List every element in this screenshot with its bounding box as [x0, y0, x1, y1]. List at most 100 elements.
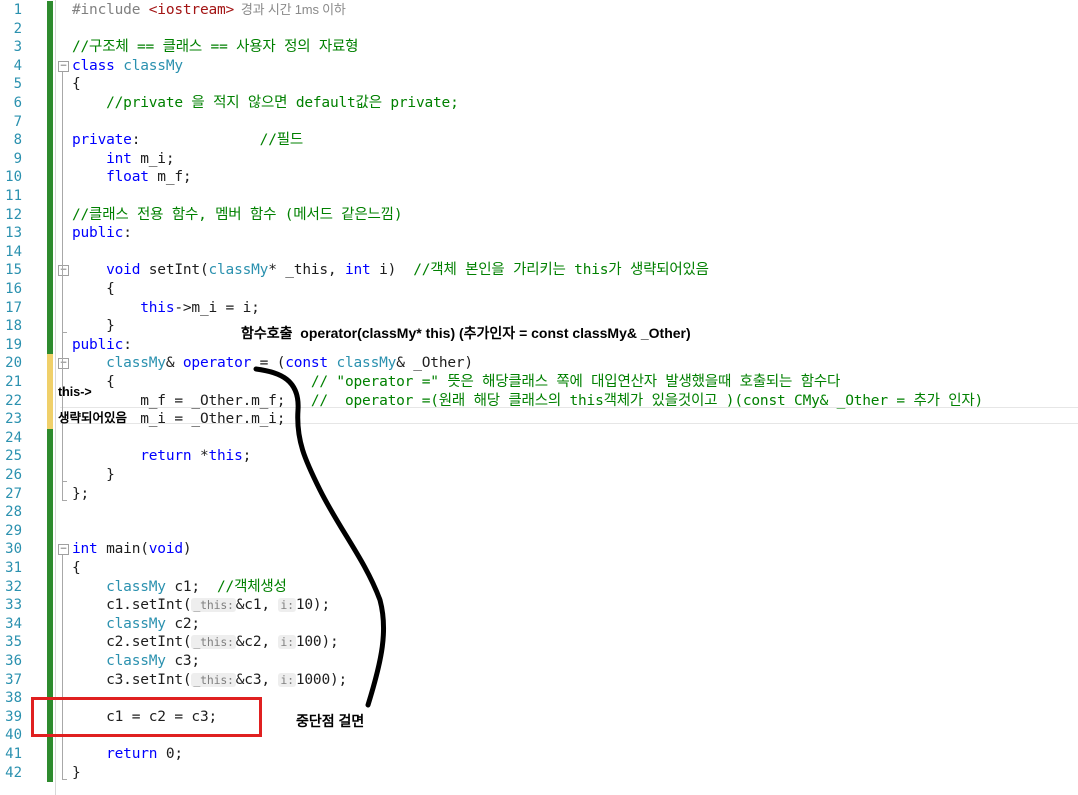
- code-token: classMy: [106, 615, 166, 632]
- code-token: ->m_i = i;: [174, 299, 260, 316]
- code-line[interactable]: {: [72, 280, 115, 299]
- code-token: //구조체 == 클래스 == 사용자 정의 자료형: [72, 39, 359, 56]
- line-number: 6: [13, 95, 22, 111]
- code-token: {: [72, 281, 115, 297]
- code-token: {: [72, 560, 81, 576]
- line-number: 25: [5, 448, 22, 465]
- code-token: return: [106, 746, 158, 762]
- fold-toggle-icon[interactable]: −: [58, 60, 69, 72]
- code-line[interactable]: {: [72, 559, 81, 578]
- line-number: 2: [13, 20, 22, 37]
- code-token: &c2,: [235, 634, 279, 651]
- code-line[interactable]: float m_f;: [72, 168, 192, 187]
- code-line[interactable]: c2.setInt(_this: &c2, i: 100);: [72, 633, 339, 652]
- code-line[interactable]: #include <iostream> 경과 시간 1ms 이하: [72, 1, 346, 20]
- code-token: int: [72, 541, 98, 558]
- code-token: 100);: [295, 634, 339, 651]
- code-token: ): [182, 541, 192, 558]
- code-line[interactable]: m_f = _Other.m_f; // operator =(원래 해당 클래…: [72, 392, 983, 411]
- parameter-hint: _this:: [191, 635, 236, 650]
- code-token: int: [345, 262, 371, 279]
- code-token: //private 을 적지 않으면 default값은 private;: [72, 95, 459, 111]
- fold-toggle-icon[interactable]: −: [58, 265, 69, 277]
- line-number: 32: [5, 578, 22, 595]
- line-number: 13: [5, 225, 22, 242]
- code-line[interactable]: public:: [72, 224, 132, 243]
- code-line[interactable]: return *this;: [72, 447, 251, 466]
- code-line[interactable]: return 0;: [72, 745, 183, 764]
- line-number: 28: [5, 504, 22, 521]
- code-line[interactable]: c3.setInt(_this: &c3, i: 1000);: [72, 671, 347, 690]
- code-token: * _this,: [268, 262, 345, 279]
- code-line[interactable]: };: [72, 485, 89, 504]
- fold-toggle-icon[interactable]: −: [58, 358, 69, 370]
- code-line[interactable]: //private 을 적지 않으면 default값은 private;: [72, 94, 459, 113]
- code-token: main(: [97, 541, 149, 558]
- line-number: 41: [5, 746, 22, 762]
- breakpoint-highlight-box: [31, 697, 262, 737]
- parameter-hint: i:: [278, 672, 296, 687]
- fold-guide: [62, 276, 63, 333]
- code-token: classMy: [106, 578, 166, 595]
- code-line[interactable]: classMy c2;: [72, 615, 200, 634]
- code-line[interactable]: }: [72, 317, 115, 336]
- fold-toggle-icon[interactable]: −: [58, 544, 69, 556]
- code-line[interactable]: class classMy: [72, 57, 183, 76]
- fold-guide-end: [62, 481, 67, 482]
- line-number: 24: [5, 429, 22, 446]
- line-number: 15: [5, 262, 22, 279]
- line-number: 22: [5, 392, 22, 409]
- code-token: classMy: [123, 57, 183, 74]
- code-line[interactable]: //구조체 == 클래스 == 사용자 정의 자료형: [72, 38, 359, 57]
- line-number: 19: [5, 336, 22, 353]
- code-line[interactable]: c1.setInt(_this: &c1, i: 10);: [72, 596, 330, 615]
- code-token: c1.setInt(: [72, 597, 192, 614]
- code-token: private: [72, 132, 132, 149]
- line-number: 3: [13, 39, 22, 56]
- code-line[interactable]: {: [72, 75, 81, 94]
- fold-guide-end: [62, 499, 67, 501]
- line-number: 39: [5, 708, 22, 725]
- line-number: 1: [13, 2, 22, 18]
- code-token: //필드: [259, 132, 304, 149]
- code-line[interactable]: //클래스 전용 함수, 멤버 함수 (메서드 같은느낌): [72, 206, 403, 225]
- code-line[interactable]: int main(void): [72, 540, 192, 559]
- code-line[interactable]: classMy c3;: [72, 652, 200, 671]
- code-token: &c3,: [235, 671, 279, 688]
- code-token: operator: [182, 355, 252, 372]
- code-token: :: [131, 132, 260, 149]
- call-note-annotation: 함수호출 operator(classMy* this) (추가인자 = con…: [241, 325, 691, 341]
- line-number: 40: [5, 727, 22, 744]
- line-number: 21: [5, 374, 22, 390]
- line-number: 5: [13, 76, 22, 93]
- line-number: 7: [13, 113, 22, 130]
- omitted-note-annotation: 생략되어있음: [58, 411, 128, 425]
- code-token: setInt(: [140, 262, 209, 279]
- parameter-hint: i:: [278, 635, 296, 650]
- line-number: 14: [5, 243, 22, 260]
- code-line[interactable]: { // "operator =" 뜻은 해당클래스 쪽에 대입연산자 발생했을…: [72, 373, 840, 392]
- code-line[interactable]: classMy c1; //객체생성: [72, 578, 287, 597]
- code-token: float: [106, 169, 149, 186]
- code-token: *: [191, 448, 209, 465]
- code-line[interactable]: private: //필드: [72, 131, 303, 150]
- code-token: classMy: [106, 653, 166, 669]
- line-number: 29: [5, 522, 22, 539]
- code-token: classMy: [336, 355, 397, 372]
- code-token: int: [106, 150, 132, 167]
- code-line[interactable]: void setInt(classMy* _this, int i) //객체 …: [72, 261, 709, 280]
- code-line[interactable]: int m_i;: [72, 150, 174, 169]
- code-line[interactable]: }: [72, 764, 81, 783]
- code-line[interactable]: this->m_i = i;: [72, 299, 260, 318]
- line-number: 35: [5, 634, 22, 651]
- code-line[interactable]: classMy& operator = (const classMy& _Oth…: [72, 354, 473, 373]
- code-line[interactable]: public:: [72, 336, 132, 355]
- code-line[interactable]: }: [72, 466, 115, 485]
- line-number: 34: [5, 615, 22, 632]
- code-token: //객체생성: [217, 578, 287, 595]
- code-token: }: [72, 467, 115, 483]
- parameter-hint: _this:: [191, 672, 236, 687]
- code-editor[interactable]: 1 2 3 4 5 6 7 8 9 10 11 12 13 14 15 16 17 18 19 20 21 22 23 24 2…: [0, 0, 1078, 795]
